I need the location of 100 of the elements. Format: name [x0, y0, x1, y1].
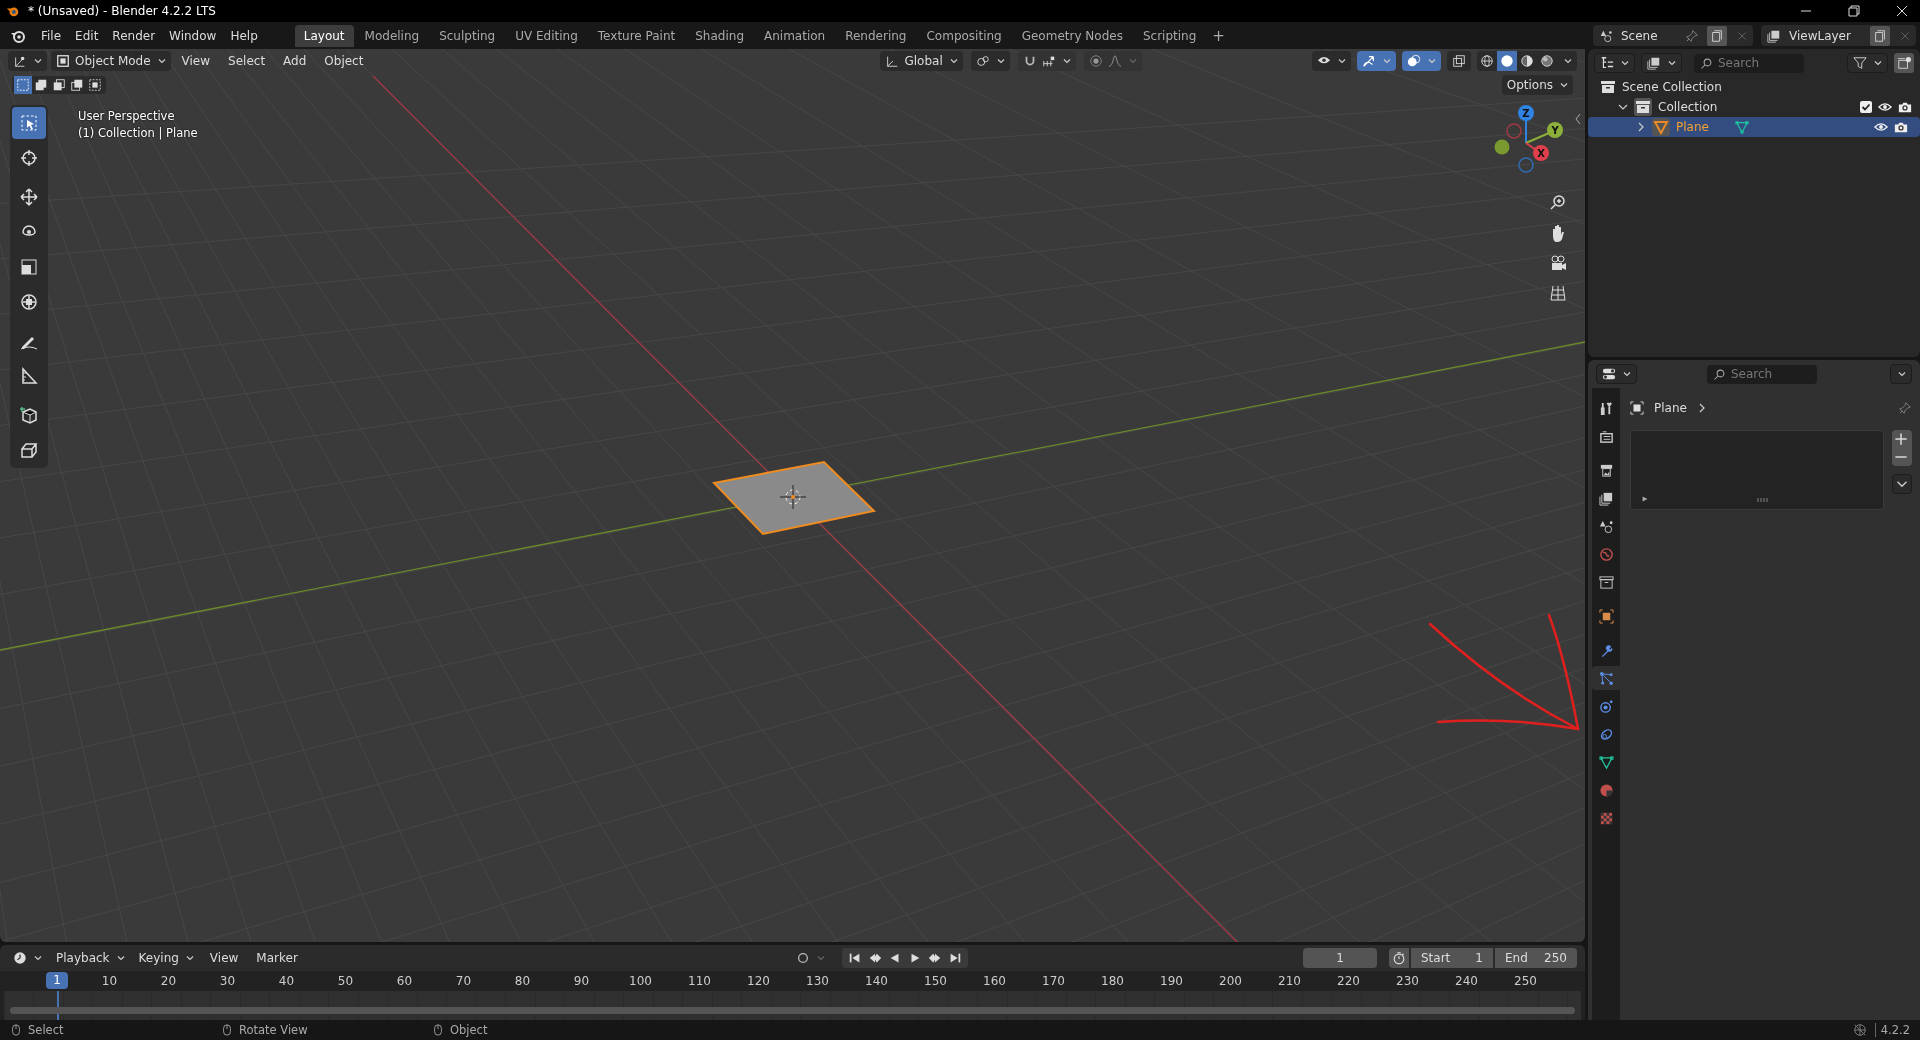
negative-axis-handle[interactable] — [1494, 139, 1510, 155]
y-axis-handle[interactable]: Y — [1547, 122, 1563, 138]
subtract-selection-icon[interactable] — [52, 78, 66, 92]
pin-icon[interactable] — [1898, 401, 1912, 415]
playhead-frame-badge[interactable]: 1 — [46, 972, 68, 989]
scene-icon — [1598, 518, 1614, 534]
workspace-tab[interactable]: Shading — [686, 24, 753, 47]
workspace-tab[interactable]: Animation — [755, 24, 835, 47]
end-frame-field[interactable]: End 250 — [1495, 948, 1577, 968]
duplicate-icon[interactable] — [1707, 25, 1727, 46]
workspace-tab[interactable]: Rendering — [836, 24, 916, 47]
workspace-tab[interactable]: UV Editing — [506, 24, 587, 47]
workspace-tab[interactable]: Layout — [294, 24, 354, 47]
menu-item[interactable]: Add — [276, 52, 314, 70]
solid-shading-button[interactable] — [1497, 51, 1517, 71]
outliner-label: Scene Collection — [1622, 80, 1722, 94]
negative-axis-handle[interactable] — [1518, 157, 1534, 173]
select-tool-button[interactable] — [12, 107, 46, 139]
start-frame-field[interactable]: Start 1 — [1411, 948, 1493, 968]
duplicate-icon[interactable] — [1870, 25, 1890, 46]
frame-number: 60 — [395, 974, 414, 988]
previous-keyframe-icon[interactable] — [867, 951, 882, 965]
menu-item[interactable]: Select — [221, 52, 273, 70]
add-icon[interactable] — [1892, 430, 1910, 448]
options-dropdown[interactable] — [1890, 364, 1912, 384]
camera-icon[interactable] — [1894, 120, 1908, 134]
chevron-down-icon[interactable] — [1892, 474, 1912, 494]
search-field[interactable]: Search — [1707, 364, 1817, 384]
workspace-tab[interactable]: Scripting — [1133, 24, 1206, 47]
visibility-button[interactable] — [1312, 51, 1351, 71]
menu-item[interactable]: View — [174, 52, 218, 70]
shaded-sphere-icon — [1540, 54, 1554, 68]
add-cube-icon — [19, 405, 39, 425]
grid-icon[interactable] — [1548, 283, 1568, 303]
chevron-down-icon[interactable] — [1618, 102, 1628, 112]
workspace-tab[interactable]: Sculpting — [430, 24, 505, 47]
snap-button[interactable] — [1017, 51, 1076, 71]
jump-start-icon[interactable] — [847, 951, 862, 965]
menu-item[interactable]: Edit — [68, 25, 106, 46]
menu-item[interactable]: Help — [223, 25, 265, 46]
negative-axis-handle[interactable] — [1506, 123, 1522, 139]
workspace-tab[interactable]: Compositing — [917, 24, 1011, 47]
chevron-right-icon[interactable] — [1636, 122, 1646, 132]
menu-item[interactable]: Window — [162, 25, 224, 46]
close-icon[interactable] — [1896, 5, 1908, 17]
workspace-tab[interactable]: Texture Paint — [588, 24, 685, 47]
restore-icon[interactable] — [1848, 5, 1860, 17]
add-workspace-button[interactable]: + — [1207, 26, 1230, 45]
next-keyframe-icon[interactable] — [927, 951, 942, 965]
eye-icon[interactable] — [1874, 120, 1888, 134]
camera-icon[interactable] — [1548, 253, 1568, 273]
extend-selection-icon[interactable] — [34, 78, 48, 92]
mode-dropdown[interactable]: Object Mode — [51, 51, 171, 71]
chevron-down-icon — [949, 58, 958, 64]
scene-selector[interactable]: Scene — [1593, 25, 1753, 46]
exclude-checkbox[interactable] — [1860, 101, 1872, 113]
overlay-toggle[interactable] — [1402, 51, 1441, 71]
eye-icon[interactable] — [1878, 100, 1892, 114]
frame-number: 110 — [687, 974, 712, 988]
pivot-dropdown[interactable] — [970, 51, 1010, 71]
view-layer-selector[interactable]: ViewLayer — [1761, 25, 1916, 46]
proportional-edit-button[interactable] — [1083, 51, 1142, 71]
stopwatch-icon[interactable] — [1389, 948, 1409, 968]
editor-type-button[interactable] — [1596, 364, 1637, 384]
constraint-icon — [1598, 726, 1614, 742]
search-field[interactable]: Search — [1694, 53, 1804, 73]
timeline-scrollbar[interactable] — [10, 1007, 1575, 1014]
gizmo-toggle[interactable] — [1357, 51, 1396, 71]
expand-triangle-icon[interactable] — [1641, 495, 1649, 503]
pin-icon[interactable] — [1685, 28, 1699, 43]
display-mode-dropdown[interactable] — [1594, 53, 1635, 73]
outliner-row[interactable]: Collection — [1588, 97, 1920, 117]
menu-item[interactable]: View — [202, 949, 246, 967]
viewport[interactable]: Object Mode View Select Add Object Global Options User Perspective (1) Collection | Plane Z Y X — [0, 49, 1585, 942]
workspace-tab[interactable]: Modeling — [355, 24, 429, 47]
filter-dropdown[interactable] — [1847, 53, 1888, 73]
resize-grip-icon[interactable] — [1757, 498, 1769, 502]
menu-item[interactable]: Render — [105, 25, 163, 46]
camera-icon[interactable] — [1898, 100, 1912, 114]
workspace-tab[interactable]: Geometry Nodes — [1012, 24, 1132, 47]
intersect-selection-icon[interactable] — [88, 78, 102, 92]
mesh-data-icon[interactable] — [1734, 120, 1749, 134]
invert-selection-icon[interactable] — [70, 78, 84, 92]
menu-item[interactable]: Object — [317, 52, 371, 70]
menu-item[interactable]: Marker — [249, 949, 305, 967]
orientation-dropdown[interactable]: Global — [880, 51, 963, 71]
outliner-row[interactable]: Scene Collection — [1588, 77, 1920, 97]
tree-list-icon — [1600, 56, 1614, 70]
editor-type-button[interactable] — [8, 51, 47, 71]
plane-object-drawing[interactable] — [712, 460, 877, 536]
filter-layers-dropdown[interactable] — [1641, 53, 1682, 73]
z-axis-handle[interactable]: Z — [1518, 105, 1534, 121]
new-collection-icon[interactable] — [1894, 53, 1914, 73]
mouse-icon — [432, 1024, 444, 1036]
current-frame-field[interactable]: 1 — [1303, 948, 1377, 968]
menu-item[interactable]: File — [34, 25, 69, 46]
outliner-row[interactable]: Plane — [1588, 117, 1920, 137]
options-dropdown[interactable]: Options — [1501, 75, 1573, 95]
xray-toggle[interactable] — [1447, 51, 1471, 71]
x-axis-handle[interactable]: X — [1533, 145, 1549, 161]
